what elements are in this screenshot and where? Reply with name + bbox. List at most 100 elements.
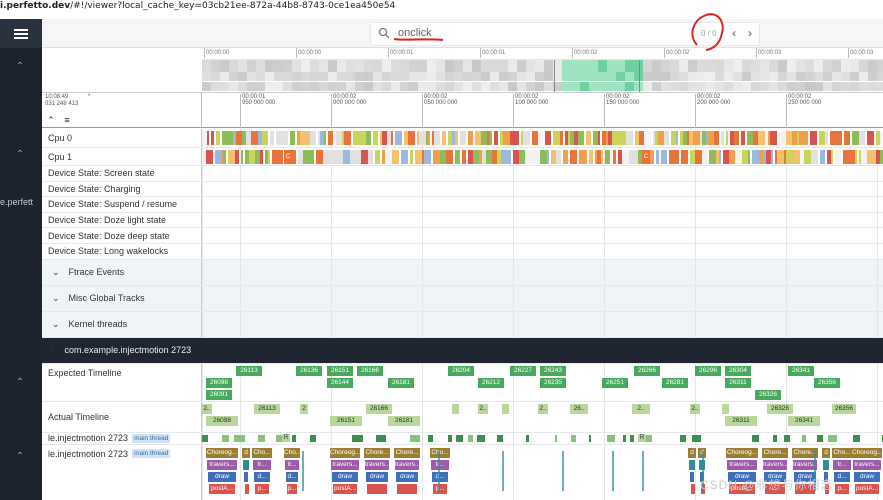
frame-slice[interactable] (452, 403, 459, 414)
cpu-slice[interactable] (547, 150, 549, 164)
cpu-slice[interactable] (844, 131, 850, 145)
cpu-slice[interactable] (804, 150, 811, 164)
call-slice[interactable] (689, 459, 695, 470)
frame-slice[interactable]: 26326 (767, 403, 793, 414)
cpu-slice[interactable] (408, 131, 415, 145)
frame-slice[interactable] (722, 403, 729, 414)
cpu-slice[interactable] (726, 131, 728, 145)
chevron-right-icon[interactable]: › (743, 26, 757, 40)
call-slice[interactable]: travers... (853, 459, 881, 470)
track-cpu0[interactable]: Cpu 0 (42, 129, 883, 148)
cpu-slice[interactable] (228, 150, 235, 164)
cpu-slice[interactable] (563, 150, 568, 164)
call-slice[interactable]: draw (332, 471, 358, 482)
thread-state-slice[interactable] (680, 434, 686, 442)
track-label[interactable]: le.injectmotion 2723 main thread (42, 432, 202, 444)
thread-state-slice[interactable] (784, 434, 790, 442)
cpu-slice[interactable] (734, 131, 739, 145)
call-slice[interactable] (244, 471, 248, 482)
cpu-slice[interactable] (681, 150, 688, 164)
cpu-slice[interactable] (468, 131, 473, 145)
call-slice[interactable]: Cho... (284, 447, 300, 458)
call-slice[interactable]: d... (286, 471, 298, 482)
frame-slice[interactable]: 26266 (634, 365, 660, 376)
call-slice[interactable]: postA... (333, 483, 357, 494)
cpu-slice[interactable] (206, 150, 213, 164)
thread-state-slice[interactable] (202, 434, 208, 442)
thread-state-slice[interactable] (828, 434, 837, 442)
track-label[interactable]: Device State: Doze light state (42, 212, 202, 228)
track-label[interactable]: ⌄ Kernel threads (42, 311, 202, 337)
search-box[interactable]: 0 / 0 ‹ › (371, 23, 759, 45)
frame-slice[interactable]: 26098 (206, 415, 238, 426)
track-content[interactable] (202, 244, 883, 259)
track-device-state[interactable]: Device State: Charging (42, 181, 883, 198)
call-slice[interactable]: Cho... (252, 447, 272, 458)
cpu-slice[interactable] (251, 131, 258, 145)
cpu-slice[interactable] (622, 150, 629, 164)
track-content[interactable] (202, 181, 883, 197)
chevron-up-icon[interactable]: ⌃ (15, 61, 25, 72)
track-device-state[interactable]: Device State: Doze light state (42, 212, 883, 229)
frame-slice[interactable]: 26296 (695, 365, 721, 376)
cpu-slice[interactable] (586, 131, 591, 145)
cpu-slice[interactable] (553, 131, 560, 145)
cpu-slice[interactable] (279, 150, 283, 164)
track-content[interactable] (202, 259, 883, 285)
cpu-slice[interactable] (758, 131, 765, 145)
call-slice[interactable]: Choreog... (852, 447, 882, 458)
track-content[interactable] (202, 129, 883, 147)
cpu-slice[interactable] (216, 131, 220, 145)
track-content[interactable] (202, 228, 883, 243)
thread-state-slice[interactable] (222, 434, 229, 442)
call-slice[interactable]: tr... (285, 459, 299, 470)
call-slice[interactable]: p... (287, 483, 297, 494)
cpu-slice[interactable] (324, 131, 326, 145)
frame-slice[interactable]: 2.. (202, 403, 212, 414)
thread-state-slice[interactable] (497, 434, 503, 442)
frame-slice[interactable]: 2.. (632, 403, 650, 414)
cpu-slice[interactable] (786, 150, 793, 164)
track-group[interactable]: ⌄ Kernel threads (42, 311, 883, 338)
cpu-slice[interactable] (540, 150, 547, 164)
cpu-slice[interactable] (455, 131, 458, 145)
cpu-slice[interactable] (695, 150, 702, 164)
track-label[interactable]: Device State: Doze deep state (42, 228, 202, 243)
call-slice[interactable]: p... (835, 483, 849, 494)
frame-slice[interactable]: 26091 (206, 389, 232, 400)
track-device-state[interactable]: Device State: Doze deep state (42, 228, 883, 244)
call-slice[interactable]: tr... (833, 459, 851, 470)
frame-slice[interactable]: 2.. (478, 403, 488, 414)
cpu-slice[interactable] (880, 131, 882, 145)
cpu-slice[interactable] (506, 150, 511, 164)
cpu-slice[interactable] (583, 150, 587, 164)
process-header[interactable]: ⌃ com.example.injectmotion 2723 (42, 337, 883, 364)
frame-slice[interactable]: 26212 (478, 377, 504, 388)
cpu-slice[interactable] (260, 150, 263, 164)
cpu-slice[interactable] (721, 131, 724, 145)
cpu-slice[interactable] (268, 150, 270, 164)
cpu-slice[interactable] (235, 150, 239, 164)
cpu-slice[interactable] (859, 131, 865, 145)
cpu-slice[interactable] (512, 131, 519, 145)
thread-state-slice[interactable] (292, 434, 296, 442)
cpu-slice[interactable] (424, 150, 431, 164)
thread-state-slice[interactable] (589, 434, 591, 442)
thread-state-slice[interactable] (258, 434, 265, 442)
frame-slice[interactable]: 26181 (388, 415, 420, 426)
cpu-slice[interactable] (835, 150, 841, 164)
track-content[interactable] (202, 285, 883, 311)
frame-slice[interactable]: 26113 (254, 403, 280, 414)
track-label[interactable]: Device State: Screen state (42, 166, 202, 181)
cpu-slice[interactable] (336, 150, 343, 164)
cpu-slice[interactable] (223, 150, 226, 164)
cpu-slice[interactable] (771, 150, 773, 164)
cpu-slice[interactable] (793, 150, 800, 164)
frame-slice[interactable] (502, 403, 509, 414)
cpu-slice[interactable] (719, 150, 721, 164)
call-slice[interactable] (245, 483, 249, 494)
cpu-slice[interactable] (272, 150, 279, 164)
cpu-slice[interactable] (303, 131, 310, 145)
track-device-state[interactable]: Device State: Suspend / resume (42, 197, 883, 213)
cpu-slice[interactable] (270, 131, 274, 145)
